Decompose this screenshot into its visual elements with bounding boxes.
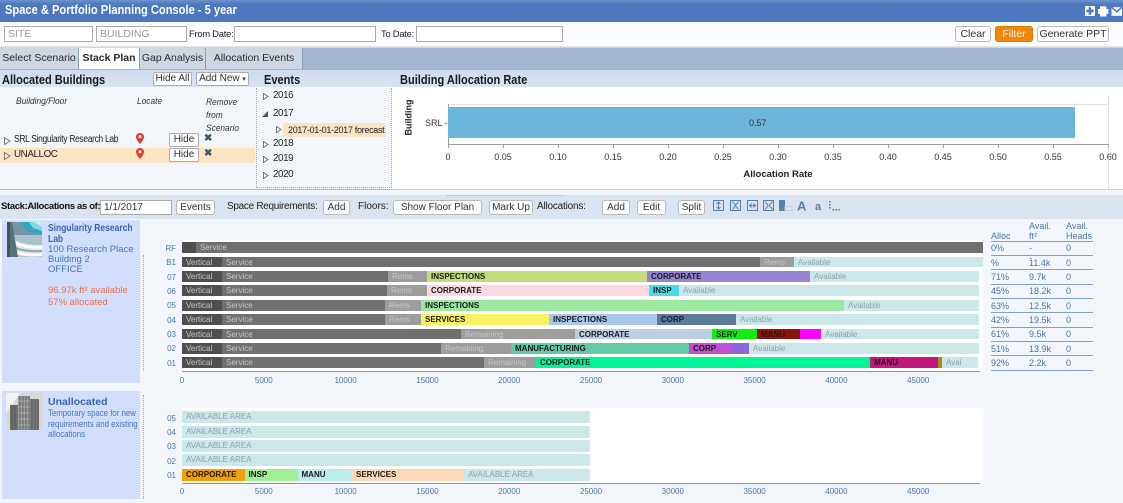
- svg-text:a: a: [815, 201, 822, 213]
- svg-text:A: A: [797, 200, 807, 213]
